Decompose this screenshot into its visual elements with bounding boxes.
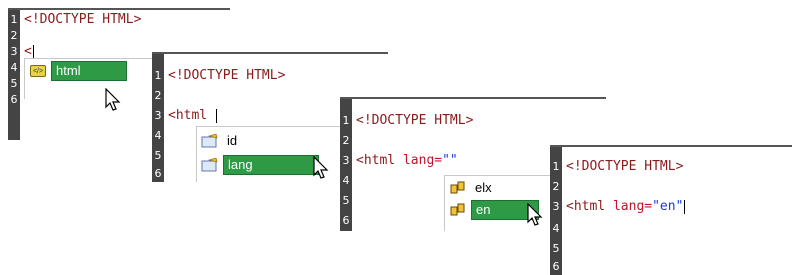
text-caret: [215, 108, 217, 123]
line-number: 4: [154, 129, 162, 142]
line-number: 1: [10, 13, 18, 26]
autocomplete-item-elx[interactable]: elx: [445, 178, 496, 198]
value-icon: [449, 202, 467, 218]
line-number: 4: [552, 222, 560, 235]
line-number: 1: [552, 160, 560, 173]
mouse-pointer-icon: [105, 88, 121, 111]
line-number: 3: [342, 154, 350, 167]
code-line-1[interactable]: <!DOCTYPE HTML>: [24, 12, 141, 28]
text-caret: [32, 44, 34, 59]
line-number: 5: [10, 77, 18, 90]
line-number: 6: [154, 167, 162, 180]
mouse-pointer-icon: [527, 203, 543, 226]
text-caret: [684, 199, 686, 214]
value-icon: [449, 180, 467, 196]
autocomplete-item-en[interactable]: en: [445, 200, 539, 220]
line-number: 5: [342, 194, 350, 207]
line-number: 2: [10, 29, 18, 42]
autocomplete-item-id[interactable]: id: [197, 131, 241, 151]
line-number: 4: [10, 61, 18, 74]
line-number: 3: [10, 45, 18, 58]
line-number: 1: [342, 114, 350, 127]
line-number-gutter: 1 2 3 4 5 6: [8, 10, 20, 140]
editor-panel-4: 1 2 3 4 5 6 <!DOCTYPE HTML> <html lang="…: [550, 145, 792, 275]
line-number: 4: [342, 174, 350, 187]
line-number-gutter: 1 2 3 4 5 6: [340, 99, 352, 231]
line-number: 3: [154, 109, 162, 122]
element-icon: </>: [29, 63, 47, 79]
line-number: 6: [10, 93, 18, 106]
line-number-gutter: 1 2 3 4 5 6: [152, 54, 164, 182]
line-number: 2: [552, 180, 560, 193]
code-line-1[interactable]: <!DOCTYPE HTML>: [356, 113, 473, 129]
attribute-icon: [201, 133, 219, 149]
mouse-pointer-icon: [313, 156, 329, 179]
code-line-3[interactable]: <html lang="": [356, 153, 458, 169]
autocomplete-item-html[interactable]: </> html: [25, 61, 127, 81]
code-line-1[interactable]: <!DOCTYPE HTML>: [566, 159, 683, 175]
code-line-1[interactable]: <!DOCTYPE HTML>: [168, 68, 285, 84]
line-number: 1: [154, 69, 162, 82]
code-line-3[interactable]: <html lang="en": [566, 199, 686, 215]
line-number: 2: [154, 89, 162, 102]
line-number: 6: [342, 214, 350, 227]
attribute-icon: [201, 157, 219, 173]
autocomplete-item-lang[interactable]: lang: [197, 155, 319, 175]
line-number: 5: [552, 242, 560, 255]
line-number: 5: [154, 149, 162, 162]
line-number: 2: [342, 134, 350, 147]
line-number-gutter: 1 2 3 4 5 6: [550, 147, 562, 275]
code-line-3[interactable]: <html: [168, 108, 217, 124]
typed-text: <: [24, 44, 32, 59]
line-number: 3: [552, 200, 560, 213]
